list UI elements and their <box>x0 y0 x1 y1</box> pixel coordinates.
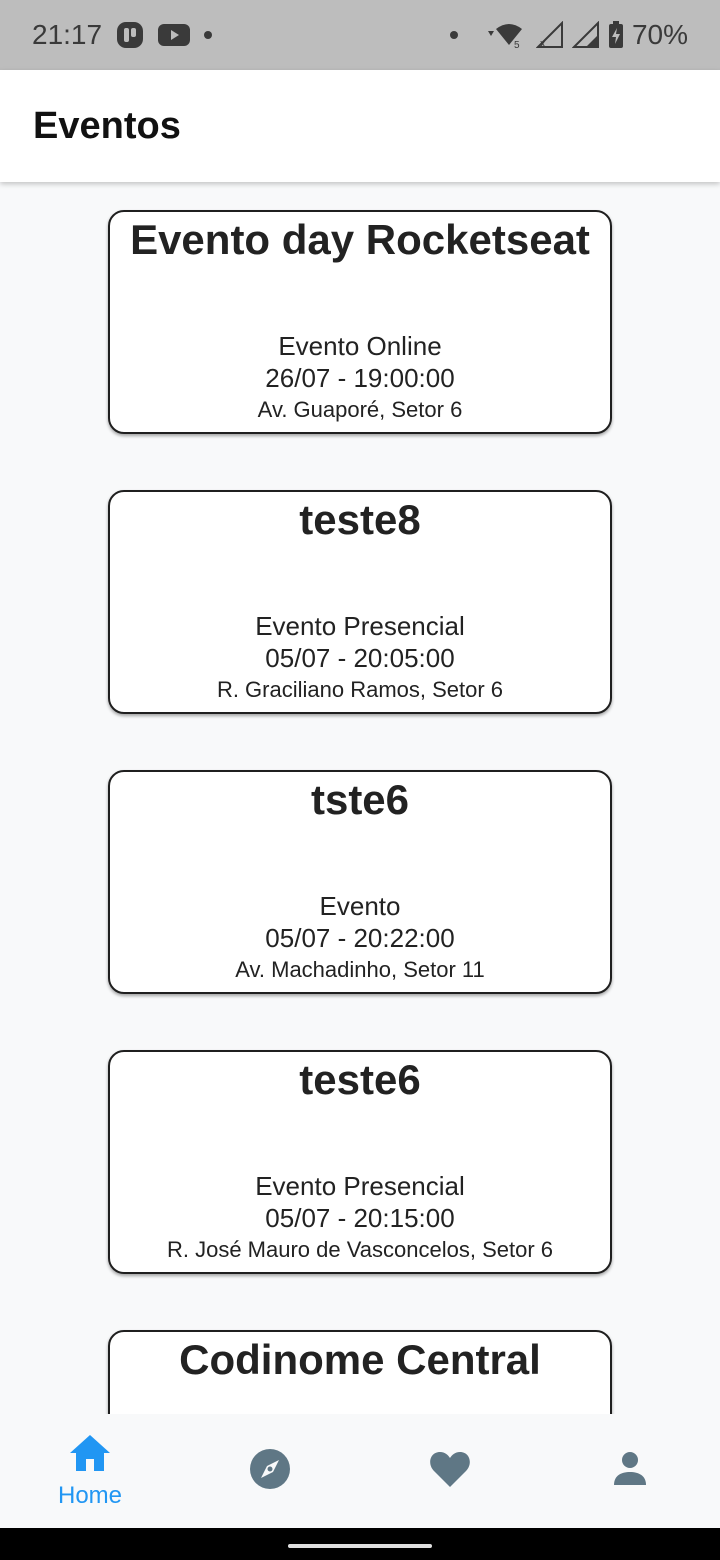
event-title: Evento day Rocketseat <box>130 216 590 263</box>
bottom-navigation: Home <box>0 1414 720 1528</box>
event-datetime: 05/07 - 20:15:00 <box>265 1203 455 1233</box>
person-icon <box>612 1451 648 1492</box>
status-bar: 21:17 5 x 70% <box>0 0 720 70</box>
notification-dot-icon <box>204 31 213 39</box>
page-title: Eventos <box>33 104 181 147</box>
event-type: Evento Presencial <box>255 1171 465 1201</box>
nav-label-home: Home <box>57 1481 123 1509</box>
event-title: teste6 <box>299 1056 421 1103</box>
nav-item-favorites[interactable] <box>360 1414 540 1528</box>
home-icon <box>68 1433 112 1478</box>
event-card[interactable]: teste8 Evento Presencial 05/07 - 20:05:0… <box>108 490 612 714</box>
app-bar: Eventos <box>0 70 720 182</box>
heart-icon <box>429 1450 471 1493</box>
notification-dot-icon <box>449 31 458 39</box>
event-card[interactable]: teste6 Evento Presencial 05/07 - 20:15:0… <box>108 1050 612 1274</box>
event-card[interactable]: Evento day Rocketseat Evento Online 26/0… <box>108 210 612 434</box>
nav-item-home[interactable]: Home <box>0 1414 180 1528</box>
app-icon <box>116 21 144 49</box>
battery-percent: 70% <box>631 19 688 50</box>
system-navigation-bar <box>0 1528 720 1560</box>
event-address: Av. Guaporé, Setor 6 <box>257 397 463 422</box>
event-address: R. Graciliano Ramos, Setor 6 <box>216 677 504 702</box>
signal-icon <box>571 21 600 49</box>
svg-text:5: 5 <box>514 40 520 49</box>
youtube-icon <box>158 23 191 47</box>
event-type: Evento Presencial <box>255 611 465 641</box>
event-card[interactable]: tste6 Evento 05/07 - 20:22:00 Av. Machad… <box>108 770 612 994</box>
svg-text:x: x <box>540 38 546 49</box>
nav-item-explore[interactable] <box>180 1414 360 1528</box>
event-type: Evento <box>319 891 401 921</box>
event-title: Codinome Central <box>179 1336 541 1383</box>
event-title: tste6 <box>310 776 410 823</box>
event-datetime: 05/07 - 20:05:00 <box>265 643 455 673</box>
event-type: Evento Online <box>278 331 442 361</box>
event-card[interactable]: Codinome Central <box>108 1330 612 1414</box>
event-address: R. José Mauro de Vasconcelos, Setor 6 <box>166 1237 553 1262</box>
nav-item-profile[interactable] <box>540 1414 720 1528</box>
event-title: teste8 <box>299 496 421 543</box>
home-indicator[interactable] <box>288 1544 432 1548</box>
signal-icon: x <box>535 21 564 49</box>
event-datetime: 05/07 - 20:22:00 <box>265 923 455 953</box>
compass-icon <box>249 1448 291 1495</box>
event-list[interactable]: Evento day Rocketseat Evento Online 26/0… <box>0 182 720 1414</box>
event-datetime: 26/07 - 19:00:00 <box>265 363 455 393</box>
wifi-icon: 5 <box>484 21 528 49</box>
status-time: 21:17 <box>32 19 103 50</box>
battery-icon <box>608 21 624 49</box>
event-address: Av. Machadinho, Setor 11 <box>235 957 485 982</box>
